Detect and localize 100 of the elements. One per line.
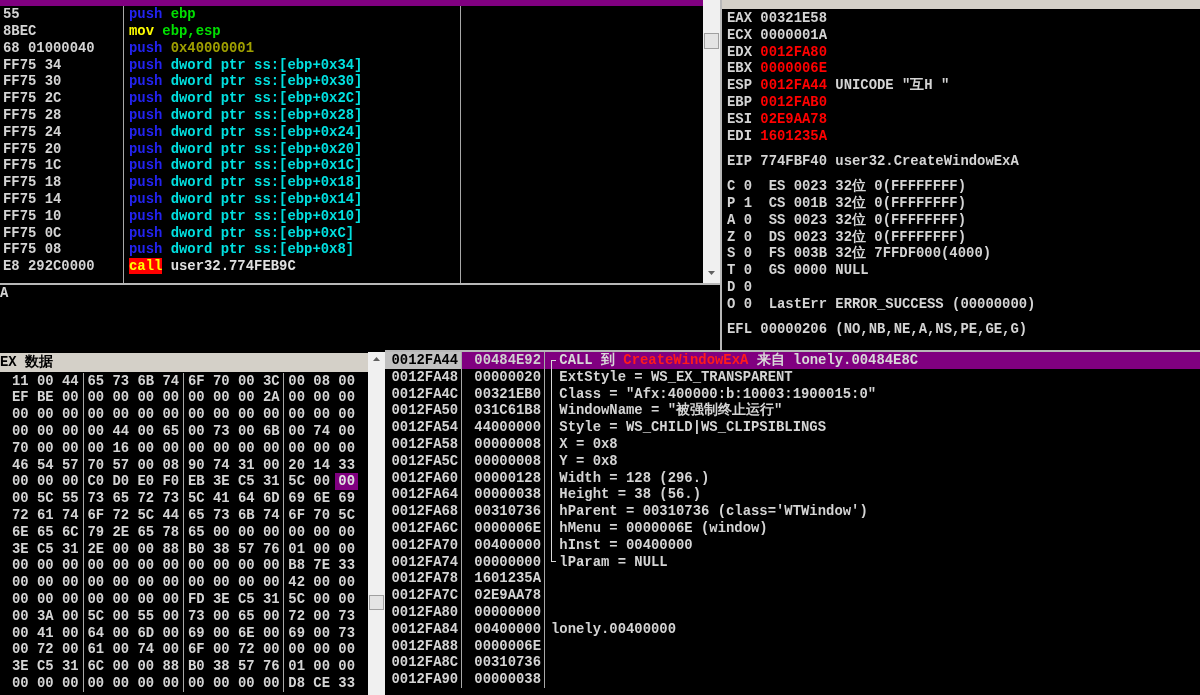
stack-comment: hParent = 00310736 (class='WTWindow') bbox=[559, 503, 868, 520]
hex-byte: 61 bbox=[37, 506, 54, 524]
segment-info: GS 0000 NULL bbox=[768, 262, 869, 280]
hex-byte: 6C bbox=[62, 523, 79, 541]
stack-value: 00400000 bbox=[474, 620, 541, 637]
scrollbar[interactable] bbox=[703, 0, 720, 283]
hex-byte: 41 bbox=[212, 490, 230, 507]
hex-byte: 00 bbox=[162, 674, 180, 692]
hex-byte: 00 bbox=[288, 372, 306, 390]
hex-byte: BE bbox=[37, 389, 54, 407]
hex-byte: 00 bbox=[262, 674, 280, 692]
hex-byte: 73 bbox=[338, 624, 356, 642]
hex-byte: 00 bbox=[262, 523, 280, 541]
flag-name: P bbox=[727, 195, 737, 212]
hex-byte: 20 bbox=[288, 456, 306, 474]
opcode-bytes: FF75 24 bbox=[3, 123, 62, 140]
stack-value: 00000000 bbox=[474, 603, 541, 620]
hex-byte: 14 bbox=[313, 456, 331, 474]
hex-byte: 31 bbox=[262, 473, 280, 491]
instruction-text: push dword ptr ss:[ebp+0x10] bbox=[129, 207, 363, 224]
hex-byte: E0 bbox=[137, 473, 155, 491]
stack-address: 0012FA7C bbox=[391, 587, 459, 604]
hex-byte: 00 bbox=[137, 540, 155, 558]
stack-address: 0012FA68 bbox=[391, 503, 459, 520]
hex-byte: 00 bbox=[187, 557, 205, 575]
hex-byte: 00 bbox=[237, 523, 255, 541]
flag-value: 0 bbox=[743, 245, 753, 263]
stack-address: 0012FA60 bbox=[391, 469, 459, 486]
register-value: 774FBF40 bbox=[760, 153, 827, 171]
hex-byte: 70 bbox=[313, 506, 331, 524]
scrollbar[interactable] bbox=[368, 352, 385, 695]
hex-byte: 00 bbox=[62, 557, 79, 575]
stack-value: 02E9AA78 bbox=[474, 587, 541, 604]
stack-address: 0012FA5C bbox=[391, 452, 459, 469]
hex-byte: 33 bbox=[338, 674, 356, 692]
opcode-bytes: FF75 1C bbox=[3, 157, 62, 174]
hex-byte: 00 bbox=[12, 473, 29, 491]
hex-byte: 44 bbox=[112, 423, 130, 440]
hex-byte: 33 bbox=[338, 456, 356, 474]
hex-byte: 00 bbox=[37, 590, 54, 608]
hex-byte: CE bbox=[313, 674, 331, 692]
hex-byte: 6B bbox=[262, 423, 280, 440]
scroll-thumb[interactable] bbox=[369, 595, 384, 610]
hex-byte: 00 bbox=[62, 389, 79, 407]
opcode-bytes: FF75 30 bbox=[3, 73, 62, 90]
hex-byte: 79 bbox=[87, 523, 105, 541]
hex-byte: 00 bbox=[162, 607, 180, 625]
hex-byte: C0 bbox=[87, 473, 105, 491]
stack-value: 00000008 bbox=[474, 452, 541, 469]
hex-byte: B0 bbox=[187, 658, 205, 675]
hex-byte: 74 bbox=[212, 456, 230, 474]
hex-byte: 00 bbox=[112, 557, 130, 575]
hex-byte: 00 bbox=[288, 423, 306, 440]
register-comment: UNICODE "互H " bbox=[835, 77, 950, 94]
hex-byte: 00 bbox=[137, 389, 155, 407]
scroll-up-arrow-icon[interactable] bbox=[373, 357, 380, 361]
opcode-bytes: FF75 34 bbox=[3, 56, 62, 73]
hex-byte: 76 bbox=[262, 540, 280, 558]
hex-byte: 5C bbox=[37, 490, 54, 507]
hex-byte: 00 bbox=[237, 557, 255, 575]
hex-byte: 74 bbox=[313, 423, 331, 440]
hex-byte: 00 bbox=[262, 406, 280, 423]
hex-byte: 73 bbox=[187, 607, 205, 625]
hex-byte: 00 bbox=[313, 641, 331, 659]
hex-byte: 00 bbox=[62, 473, 79, 491]
hex-byte: 6E bbox=[12, 523, 29, 541]
hex-byte: 00 bbox=[237, 423, 255, 440]
hex-byte: 00 bbox=[338, 439, 356, 457]
hex-byte: 00 bbox=[187, 406, 205, 423]
hex-byte: C5 bbox=[37, 658, 54, 675]
hex-byte: 6D bbox=[137, 624, 155, 642]
hex-byte: 01 bbox=[288, 658, 306, 675]
hex-byte: 00 bbox=[237, 674, 255, 692]
hex-byte: C5 bbox=[37, 540, 54, 558]
hex-byte: 31 bbox=[62, 540, 79, 558]
hex-byte: 00 bbox=[12, 490, 29, 507]
hex-byte: 00 bbox=[212, 674, 230, 692]
hex-byte: 69 bbox=[187, 624, 205, 642]
stack-address: 0012FA6C bbox=[391, 519, 459, 536]
info-text: A bbox=[0, 285, 9, 301]
segment-info: ES 0023 32位 0(FFFFFFFF) bbox=[768, 178, 967, 195]
register-name: EDX bbox=[727, 43, 753, 61]
hex-byte: 00 bbox=[313, 574, 331, 591]
register-comment: (NO,NB,NE,A,NS,PE,GE,G) bbox=[835, 321, 1028, 338]
flag-name: T bbox=[727, 262, 737, 280]
hex-byte: 00 bbox=[87, 389, 105, 407]
stack-value: 031C61B8 bbox=[474, 402, 541, 419]
hex-byte: 00 bbox=[187, 439, 205, 457]
scroll-down-arrow-icon[interactable] bbox=[708, 271, 715, 275]
hex-byte: 73 bbox=[112, 372, 130, 390]
hex-byte: 6D bbox=[262, 490, 280, 507]
stack-address: 0012FA58 bbox=[391, 436, 459, 452]
instruction-text: push dword ptr ss:[ebp+0x34] bbox=[129, 56, 363, 73]
scroll-thumb[interactable] bbox=[704, 33, 719, 49]
stack-address: 0012FA78 bbox=[391, 570, 459, 587]
hex-byte: 72 bbox=[288, 607, 306, 625]
stack-value: 00000020 bbox=[474, 368, 541, 385]
hex-byte: 74 bbox=[137, 641, 155, 659]
hex-byte: 00 bbox=[313, 624, 331, 642]
hex-byte: 6B bbox=[137, 372, 155, 390]
